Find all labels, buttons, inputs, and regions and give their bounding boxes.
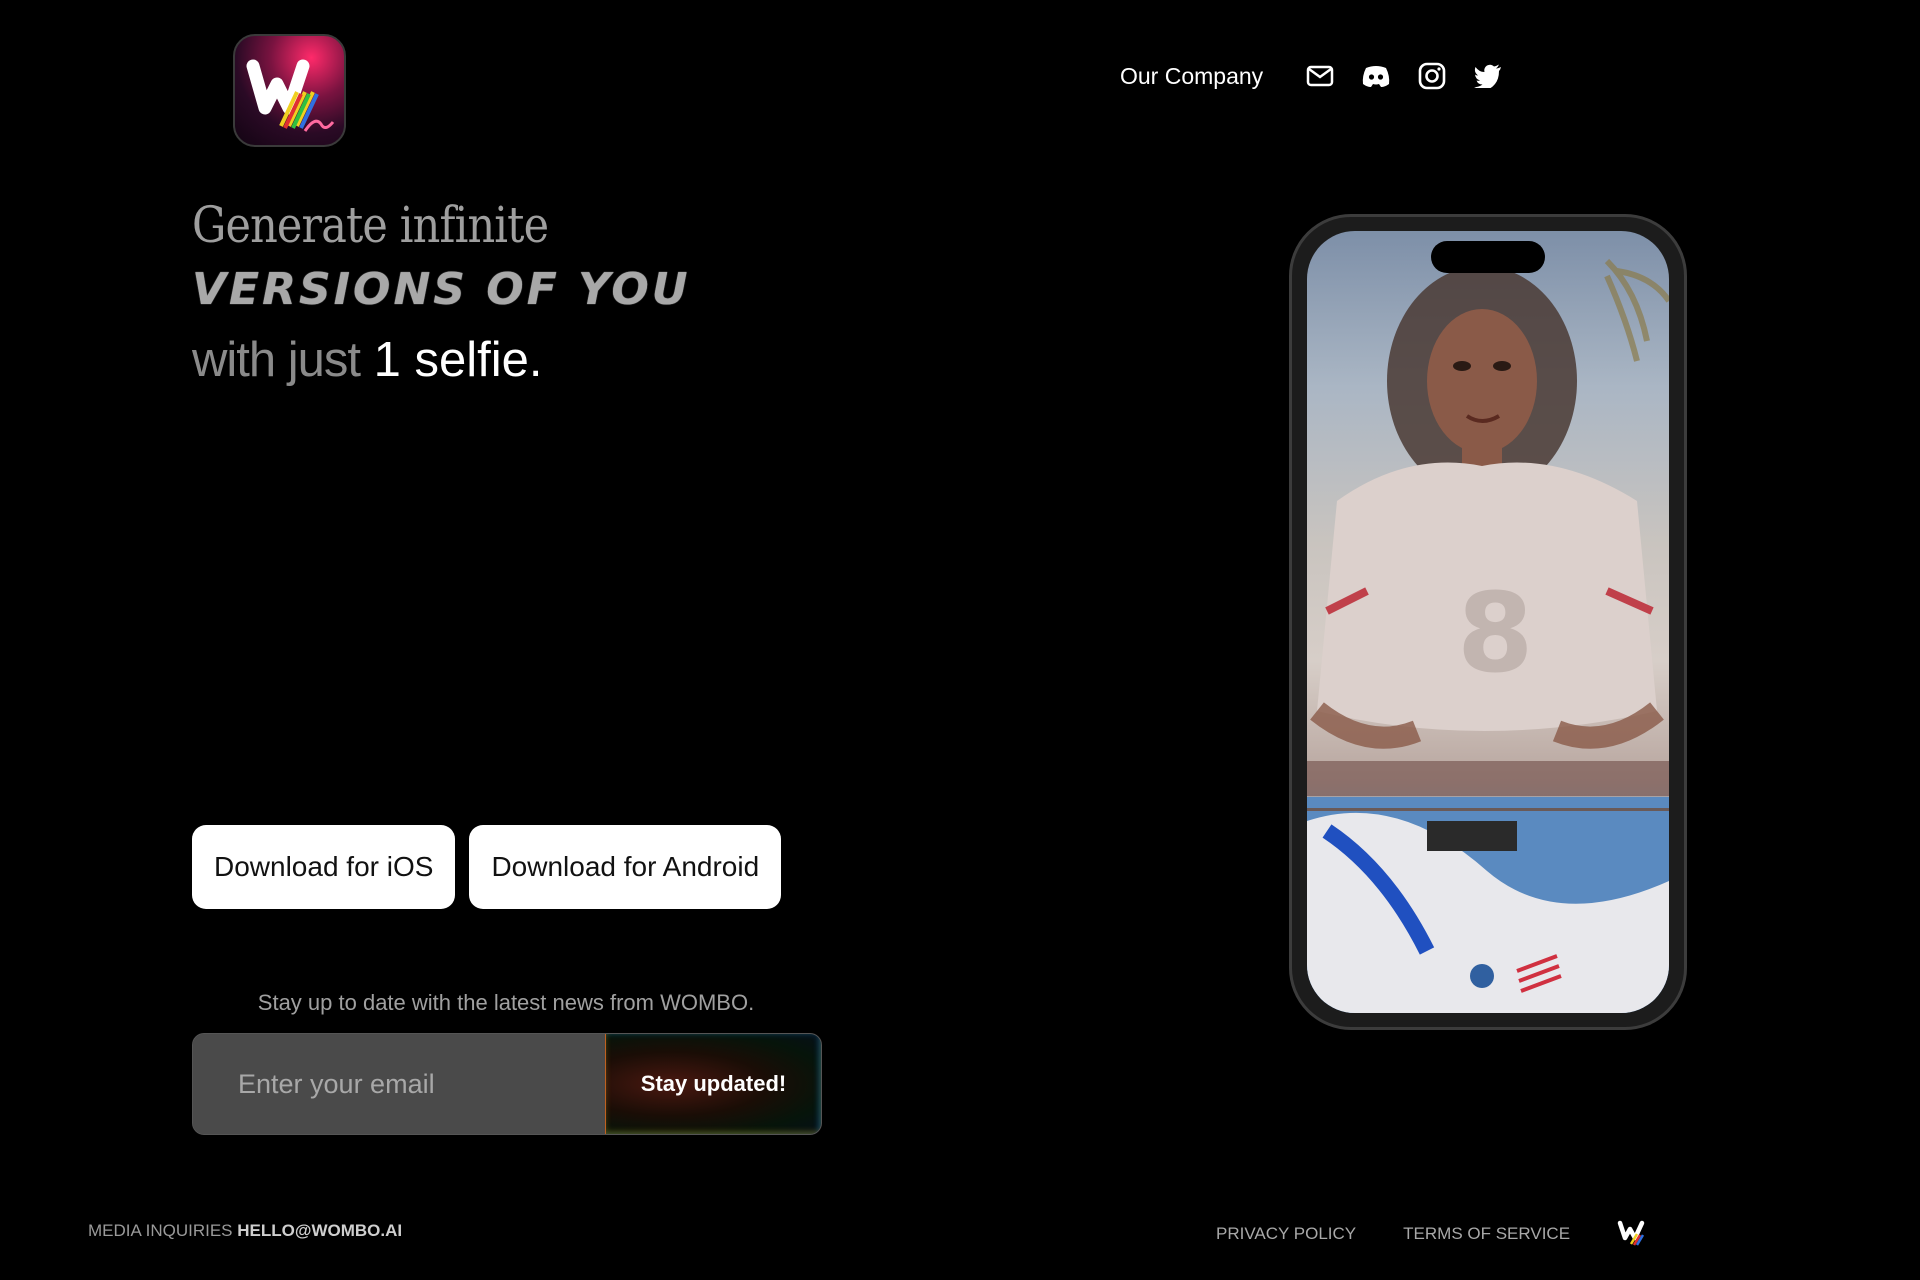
phone-notch	[1431, 241, 1545, 273]
mail-icon[interactable]	[1305, 61, 1335, 91]
twitter-icon[interactable]	[1473, 61, 1503, 91]
wombo-w-logo[interactable]	[1617, 1218, 1647, 1246]
download-buttons: Download for iOS Download for Android	[192, 825, 795, 909]
selfie-preview-illustration: 8	[1307, 258, 1669, 1013]
headline-line-2: VERSIONS OF YOU	[192, 264, 691, 315]
headline-muted-text: with just	[192, 333, 361, 387]
svg-text:8: 8	[1457, 569, 1534, 697]
privacy-policy-link[interactable]: PRIVACY POLICY	[1216, 1224, 1356, 1244]
footer-links: PRIVACY POLICY TERMS OF SERVICE	[1216, 1220, 1647, 1246]
stay-updated-button[interactable]: Stay updated!	[605, 1034, 821, 1134]
headline-strong-text: 1 selfie.	[373, 333, 543, 387]
media-email-link[interactable]: HELLO@WOMBO.AI	[237, 1221, 402, 1240]
phone-image-divider	[1307, 808, 1669, 811]
media-inquiries-label: MEDIA INQUIRIES	[88, 1221, 233, 1240]
app-logo[interactable]	[233, 34, 346, 147]
discord-icon[interactable]	[1361, 61, 1391, 91]
terms-of-service-link[interactable]: TERMS OF SERVICE	[1403, 1224, 1570, 1244]
hero-headline: Generate infinite VERSIONS OF YOU with j…	[192, 190, 691, 400]
headline-line-1: Generate infinite	[192, 196, 549, 254]
our-company-link[interactable]: Our Company	[1120, 63, 1263, 90]
media-inquiries: MEDIA INQUIRIES HELLO@WOMBO.AI	[88, 1221, 402, 1241]
phone-mockup: 8	[1289, 214, 1687, 1030]
instagram-icon[interactable]	[1417, 61, 1447, 91]
headline-line-3: with just 1 selfie.	[192, 320, 691, 400]
email-input[interactable]	[193, 1034, 605, 1134]
newsletter-text: Stay up to date with the latest news fro…	[257, 990, 755, 1015]
download-ios-button[interactable]: Download for iOS	[192, 825, 456, 909]
wombo-me-app-icon	[246, 59, 335, 132]
newsletter-form: Stay updated!	[192, 1033, 822, 1135]
download-android-button[interactable]: Download for Android	[469, 825, 782, 909]
top-nav: Our Company	[1120, 56, 1529, 96]
phone-screen-image: 8	[1307, 231, 1669, 1013]
